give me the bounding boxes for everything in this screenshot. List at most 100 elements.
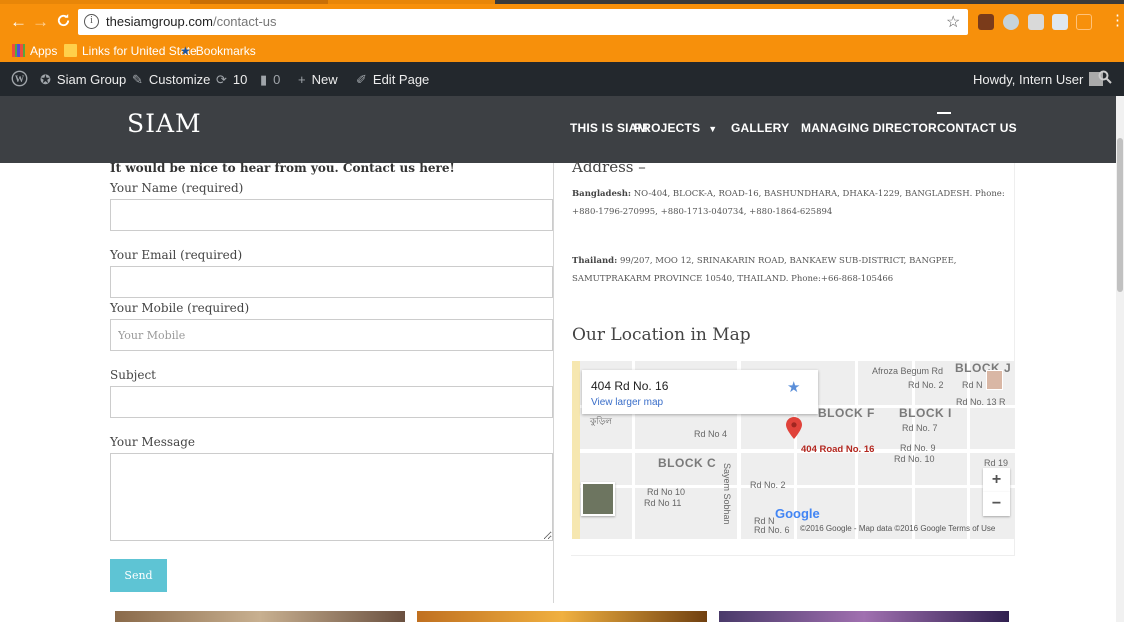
- extension-icon[interactable]: [1003, 14, 1019, 30]
- map-label: কুড়িল: [590, 416, 613, 426]
- admin-updates[interactable]: ⟳ 10: [216, 72, 247, 88]
- email-label: Your Email (required): [110, 248, 243, 262]
- map-pin-label: 404 Road No. 16: [801, 444, 875, 455]
- scrollbar-thumb[interactable]: [1117, 138, 1123, 292]
- comment-icon: ▮: [260, 72, 268, 87]
- bookmark-folder[interactable]: Links for United State: [64, 44, 197, 58]
- folder-icon: [64, 44, 77, 57]
- address-thailand: Thailand: 99/207, MOO 12, SRINAKARIN ROA…: [572, 256, 957, 284]
- bookmark-apps[interactable]: Apps: [12, 44, 57, 58]
- admin-new[interactable]: + New: [298, 72, 338, 87]
- search-icon[interactable]: [1098, 70, 1112, 87]
- extension-icon[interactable]: [1028, 14, 1044, 30]
- name-field[interactable]: [110, 199, 553, 231]
- view-larger-map-link[interactable]: View larger map: [591, 397, 663, 408]
- map-label: Rd N: [962, 380, 983, 390]
- nav-projects[interactable]: PROJECTS ▼: [634, 121, 717, 135]
- name-label: Your Name (required): [110, 181, 244, 195]
- column-divider: [553, 163, 554, 603]
- admin-howdy[interactable]: Howdy, Intern User: [973, 72, 1104, 87]
- message-field[interactable]: [110, 453, 553, 541]
- brush-icon: ✎: [132, 72, 143, 87]
- zoom-out-button[interactable]: −: [983, 492, 1010, 516]
- svg-text:W: W: [15, 75, 25, 85]
- subject-field[interactable]: [110, 386, 553, 418]
- map-card-title: 404 Rd No. 16: [591, 379, 669, 393]
- street-view-pegman[interactable]: [986, 370, 1003, 390]
- map-label: Rd 19: [984, 458, 1009, 468]
- zoom-in-button[interactable]: +: [983, 468, 1010, 492]
- menu-kebab-icon[interactable]: ⋮: [1110, 13, 1124, 29]
- tab-inactive[interactable]: [190, 0, 328, 4]
- info-icon[interactable]: i: [84, 14, 99, 29]
- site-logo[interactable]: SIAM: [127, 109, 202, 138]
- bookmark-bookmarks[interactable]: ★ Bookmarks: [180, 44, 256, 58]
- bookmark-star-icon[interactable]: ☆: [946, 12, 960, 32]
- forward-arrow-icon[interactable]: →: [32, 13, 49, 30]
- url-text[interactable]: thesiamgroup.com/contact-us: [106, 14, 277, 29]
- site-header: SIAM THIS IS SIAM PROJECTS ▼ GALLERY MANA…: [0, 96, 1124, 163]
- bookmarks-bar: Apps Links for United State ★ Bookmarks: [0, 40, 1124, 62]
- nav-active-indicator: [937, 112, 951, 114]
- map-label: Rd No. 9: [900, 443, 936, 453]
- address-bar[interactable]: i thesiamgroup.com/contact-us ☆: [78, 9, 968, 35]
- satellite-toggle[interactable]: [581, 482, 615, 516]
- email-field[interactable]: [110, 266, 553, 298]
- main-content: It would be nice to hear from you. Conta…: [0, 158, 1124, 622]
- map-pin-icon[interactable]: [786, 417, 802, 439]
- tab-background: [495, 0, 1124, 4]
- admin-site-name[interactable]: ✪ Siam Group: [40, 72, 126, 88]
- apps-grid-icon: [12, 44, 25, 57]
- wordpress-logo-icon[interactable]: W: [11, 70, 28, 90]
- map-label: BLOCK C: [658, 456, 717, 470]
- map-label: Rd No. 7: [902, 423, 938, 433]
- back-arrow-icon[interactable]: ←: [10, 13, 27, 30]
- form-intro: It would be nice to hear from you. Conta…: [110, 161, 455, 175]
- admin-comments[interactable]: ▮ 0: [260, 72, 280, 88]
- admin-customize[interactable]: ✎ Customize: [132, 72, 210, 88]
- map-section-title: Our Location in Map: [572, 325, 751, 345]
- reload-icon[interactable]: [56, 13, 71, 31]
- map-label: Rd No. 6: [754, 525, 790, 535]
- map-label: Rd No. 10: [894, 454, 935, 464]
- tab-strip: [0, 0, 1124, 4]
- map-label: BLOCK I: [899, 406, 952, 420]
- extension-icon[interactable]: [978, 14, 994, 30]
- star-icon: ★: [180, 44, 191, 58]
- save-star-icon[interactable]: ★: [787, 378, 800, 396]
- message-label: Your Message: [110, 435, 196, 449]
- gallery-image[interactable]: [417, 611, 707, 622]
- admin-edit-page[interactable]: ✐ Edit Page: [356, 72, 429, 88]
- mobile-field[interactable]: [110, 319, 553, 351]
- map-label: Rd No. 2: [750, 480, 786, 490]
- subject-label: Subject: [110, 368, 156, 382]
- map-highway: [572, 361, 580, 539]
- google-map[interactable]: Afroza Begum Rd BLOCK J Rd No. 2 Rd N Rd…: [572, 361, 1015, 539]
- map-label: Rd No 10: [647, 487, 686, 497]
- extension-icon[interactable]: [1076, 14, 1092, 30]
- dashboard-icon: ✪: [40, 72, 51, 87]
- pencil-icon: ✐: [356, 72, 367, 87]
- caret-down-icon: ▼: [708, 124, 718, 134]
- plus-icon: +: [298, 72, 306, 87]
- address-bangladesh: Bangladesh: NO-404, BLOCK-A, ROAD-16, BA…: [572, 189, 1005, 217]
- map-label: Rd No 4: [694, 429, 728, 439]
- nav-gallery[interactable]: GALLERY: [731, 121, 789, 135]
- page-scrollbar[interactable]: [1116, 96, 1124, 622]
- google-logo: Google: [775, 506, 820, 521]
- gallery-image[interactable]: [719, 611, 1009, 622]
- map-label: Sayem Sobhan: [722, 463, 732, 525]
- gallery-image[interactable]: [115, 611, 405, 622]
- extension-icon[interactable]: [1052, 14, 1068, 30]
- updates-icon: ⟳: [216, 72, 227, 87]
- wp-admin-bar: W ✪ Siam Group ✎ Customize ⟳ 10 ▮ 0 + New ✐ Ed…: [0, 62, 1124, 96]
- nav-managing-director[interactable]: MANAGING DIRECTOR: [801, 121, 937, 135]
- send-button[interactable]: Send: [110, 559, 167, 592]
- nav-contact-us[interactable]: CONTACT US: [937, 121, 1017, 135]
- address-title: Address –: [572, 158, 646, 176]
- map-attribution[interactable]: ©2016 Google - Map data ©2016 Google Ter…: [800, 524, 995, 533]
- map-label: BLOCK F: [818, 406, 875, 420]
- browser-chrome: ← → i thesiamgroup.com/contact-us ☆ ⋮ Ap…: [0, 0, 1124, 62]
- map-label: Afroza Begum Rd: [872, 366, 944, 376]
- map-label: Rd No. 13 R: [956, 397, 1006, 407]
